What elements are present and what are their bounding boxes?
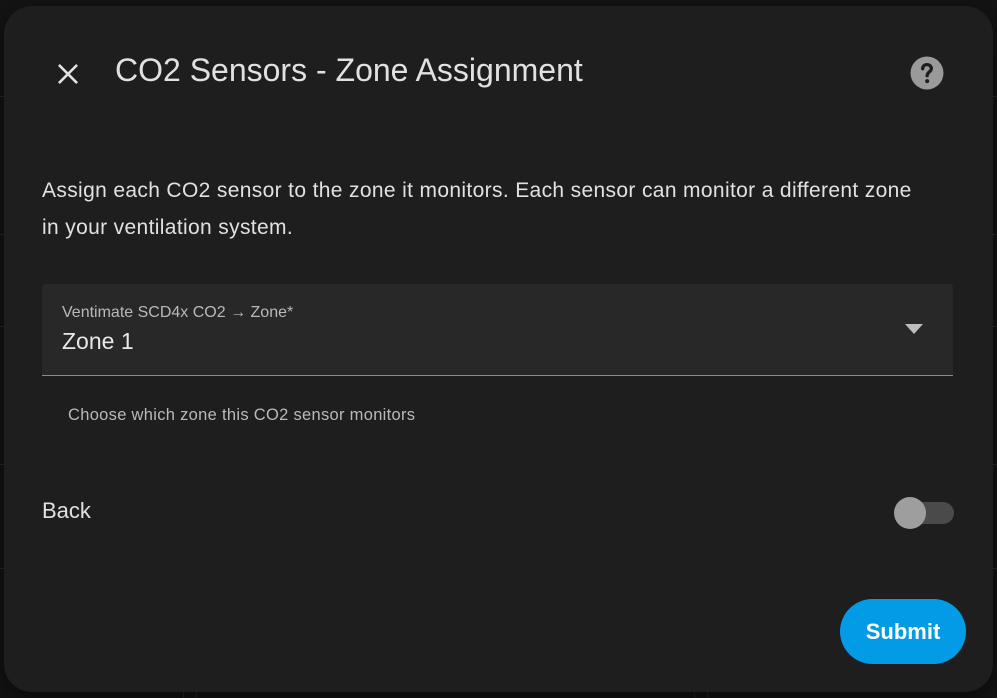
toggle-thumb xyxy=(894,497,926,529)
help-circle-icon xyxy=(910,56,944,90)
zone-assignment-dialog: CO2 Sensors - Zone Assignment Assign eac… xyxy=(4,6,993,692)
zone-select-helper-text: Choose which zone this CO2 sensor monito… xyxy=(68,406,416,424)
zone-select[interactable]: Ventimate SCD4x CO2 → Zone* Zone 1 xyxy=(42,284,953,376)
dropdown-arrow-icon xyxy=(905,324,923,334)
dialog-title: CO2 Sensors - Zone Assignment xyxy=(115,52,583,88)
dialog-description: Assign each CO2 sensor to the zone it mo… xyxy=(42,179,912,239)
zone-select-label: Ventimate SCD4x CO2 → Zone* xyxy=(62,304,294,321)
close-button[interactable] xyxy=(44,50,92,98)
back-label: Back xyxy=(42,498,91,523)
help-button[interactable] xyxy=(904,50,950,96)
close-icon xyxy=(58,64,78,84)
submit-button[interactable]: Submit xyxy=(840,599,966,664)
zone-select-value: Zone 1 xyxy=(62,328,134,354)
back-toggle[interactable] xyxy=(892,496,956,532)
